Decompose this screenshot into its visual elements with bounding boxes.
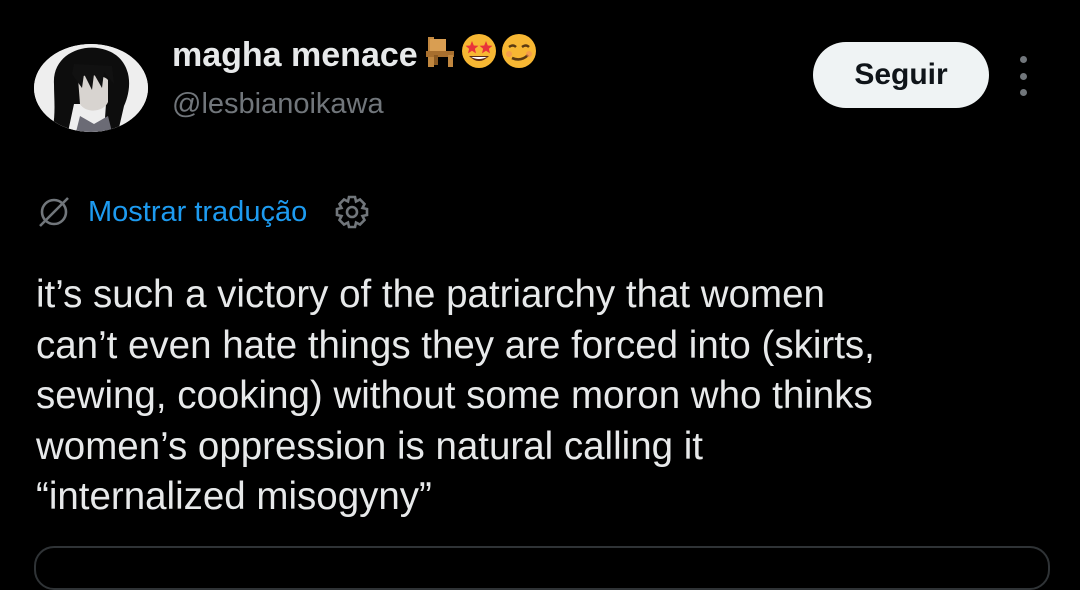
author-handle[interactable]: @lesbianoikawa	[172, 88, 384, 121]
more-options-icon[interactable]	[1008, 56, 1038, 96]
follow-button[interactable]: Seguir	[813, 42, 989, 108]
translation-bar: Mostrar tradução	[36, 192, 371, 232]
globe-slash-icon	[36, 194, 72, 230]
author-display-name[interactable]: magha menace	[172, 32, 538, 79]
star-struck-emoji-icon	[460, 32, 498, 79]
chair-emoji-icon	[422, 33, 458, 78]
tweet-text: it’s such a victory of the patriarchy th…	[36, 273, 875, 518]
embedded-card-edge	[34, 546, 1050, 590]
author-name-text: magha menace	[172, 35, 418, 74]
avatar[interactable]	[34, 44, 148, 132]
show-translation-link[interactable]: Mostrar tradução	[88, 196, 307, 229]
gear-icon[interactable]	[333, 193, 371, 231]
smirk-emoji-icon	[500, 32, 538, 79]
